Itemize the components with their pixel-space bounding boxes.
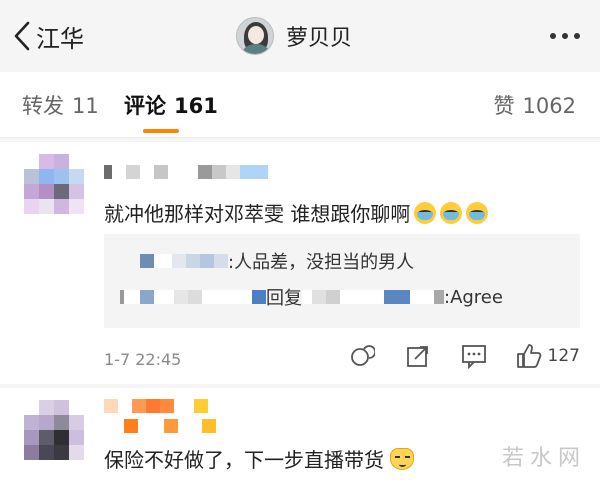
watermark: 若水网 [501, 446, 586, 471]
tab-bar: 转发 11 评论 161 赞 1062 [0, 72, 600, 138]
reply-word: 回复 [266, 288, 302, 309]
tab-likes-label: 赞 [493, 94, 515, 118]
username[interactable] [104, 162, 268, 182]
crying-emoji-icon [440, 202, 463, 224]
comment-button[interactable] [446, 338, 502, 374]
retweet-icon [350, 345, 375, 366]
top-bar: 江华 萝贝贝 [0, 0, 600, 72]
reply-username[interactable] [140, 254, 154, 268]
reply-text: :人品差，没担当的男人 [228, 252, 415, 273]
username[interactable] [104, 396, 208, 416]
tab-comments-count: 161 [174, 94, 218, 118]
comment-body: 就冲他那样对邓萃雯 谁想跟你聊啊 [104, 202, 411, 226]
reply-preview[interactable]: :人品差，没担当的男人 回复 :Agree [104, 234, 580, 328]
like-button[interactable]: 127 [502, 338, 580, 374]
comment-actions: 127 [334, 338, 580, 374]
tab-repost-label: 转发 [22, 94, 64, 118]
back-button[interactable]: 江华 [14, 14, 84, 58]
reply-username[interactable] [140, 290, 154, 304]
user-title[interactable]: 萝贝贝 [236, 14, 352, 58]
chevron-left-icon [14, 21, 30, 51]
more-icon[interactable] [550, 22, 580, 50]
tab-repost[interactable]: 转发 11 [22, 90, 99, 120]
reply-row: 回复 :Agree [120, 284, 503, 310]
active-tab-indicator [143, 129, 179, 133]
reply-row: :人品差，没担当的男人 [140, 248, 414, 274]
share-button[interactable] [390, 338, 446, 374]
thumbs-up-icon [516, 344, 541, 368]
page-title: 萝贝贝 [286, 26, 353, 51]
comment-icon [461, 345, 486, 369]
username [104, 416, 216, 436]
avatar [236, 17, 274, 55]
like-count: 127 [547, 346, 580, 366]
crying-emoji-icon [414, 202, 437, 224]
tab-likes[interactable]: 赞 1062 [494, 90, 576, 120]
share-icon [406, 346, 428, 367]
back-label: 江华 [36, 24, 84, 53]
comment-item: 就冲他那样对邓萃雯 谁想跟你聊啊 :人品差，没担当的男人 回复 :Agree 1… [0, 142, 600, 384]
comment-body: 保险不好做了，下一步直播带货 [104, 448, 384, 472]
avatar[interactable] [24, 400, 84, 460]
retweet-button[interactable] [334, 338, 390, 374]
avatar[interactable] [24, 154, 84, 214]
crying-emoji-icon [466, 202, 489, 224]
tab-repost-count: 11 [72, 94, 99, 118]
cat-emoji-icon [390, 448, 414, 470]
tab-comments[interactable]: 评论 161 [124, 90, 218, 120]
tab-likes-count: 1062 [522, 94, 576, 118]
reply-text: :Agree [444, 286, 503, 308]
tab-comments-label: 评论 [124, 94, 166, 118]
comment-text: 保险不好做了，下一步直播带货 [104, 444, 414, 473]
comment-text: 就冲他那样对邓萃雯 谁想跟你聊啊 [104, 198, 489, 227]
comment-timestamp: 1-7 22:45 [104, 350, 182, 369]
